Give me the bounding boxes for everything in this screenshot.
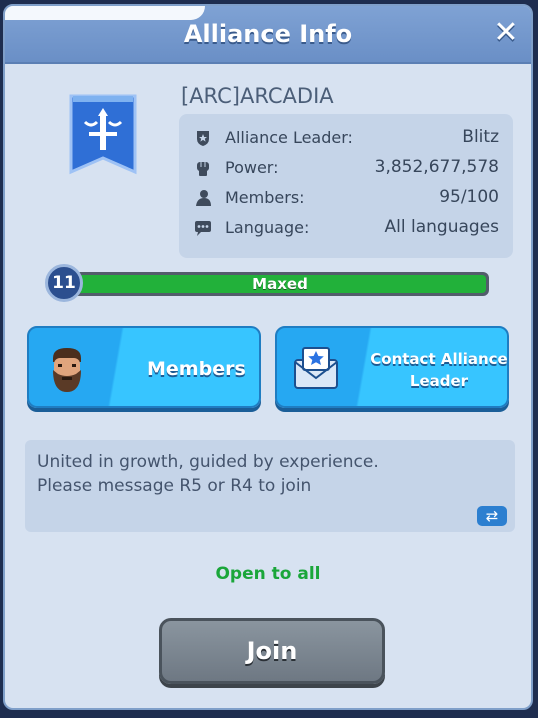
fist-icon (197, 162, 209, 176)
stat-value: 3,852,677,578 (374, 157, 499, 177)
chat-icon (195, 221, 211, 236)
person-icon (196, 190, 211, 206)
level-badge: 11 (45, 264, 83, 302)
stat-label: Members: (225, 188, 305, 207)
contact-label-line1: Contact Alliance (370, 350, 508, 368)
contact-leader-button[interactable]: Contact Alliance Leader (275, 326, 509, 408)
snow-decoration (5, 6, 205, 20)
alliance-name: [ARC]ARCADIA (181, 84, 334, 108)
level-status-text: Maxed (252, 275, 308, 293)
stat-row-members: Members: 95/100 (179, 184, 513, 214)
members-button[interactable]: Members (27, 326, 261, 408)
stat-row-language: Language: All languages (179, 214, 513, 244)
alliance-info-panel: Alliance Info ✕ [ARC]ARCADIA Alliance Le… (3, 4, 533, 710)
alliance-stats-box: Alliance Leader: Blitz Power: 3,852,677,… (179, 114, 513, 258)
close-icon[interactable]: ✕ (491, 18, 521, 48)
stat-row-power: Power: 3,852,677,578 (179, 154, 513, 184)
stat-row-leader: Alliance Leader: Blitz (179, 124, 513, 154)
join-button[interactable]: Join (159, 618, 385, 684)
stat-label: Language: (225, 218, 310, 237)
description-line-1: United in growth, guided by experience. (37, 452, 379, 472)
alliance-description: United in growth, guided by experience. … (25, 440, 515, 532)
contact-label-line2: Leader (409, 372, 469, 390)
stat-label: Alliance Leader: (225, 128, 353, 147)
panel-title: Alliance Info (183, 20, 353, 48)
translate-icon[interactable]: ⇄ (477, 506, 507, 526)
stat-value: 95/100 (439, 187, 499, 207)
stat-value: All languages (384, 217, 499, 237)
shield-icon (197, 131, 209, 146)
banner-sword-emblem-icon (69, 94, 137, 175)
title-bar: Alliance Info ✕ (5, 6, 531, 64)
contact-leader-button-label: Contact Alliance Leader (369, 348, 509, 392)
members-button-label: Members (147, 358, 246, 380)
bearded-man-avatar-icon (53, 348, 81, 392)
description-line-2: Please message R5 or R4 to join (37, 476, 312, 496)
recruitment-status: Open to all (215, 564, 321, 584)
stat-value: Blitz (462, 127, 499, 147)
mail-envelope-icon (294, 347, 338, 389)
stat-label: Power: (225, 158, 279, 177)
level-progress-bar: Maxed (71, 272, 489, 296)
